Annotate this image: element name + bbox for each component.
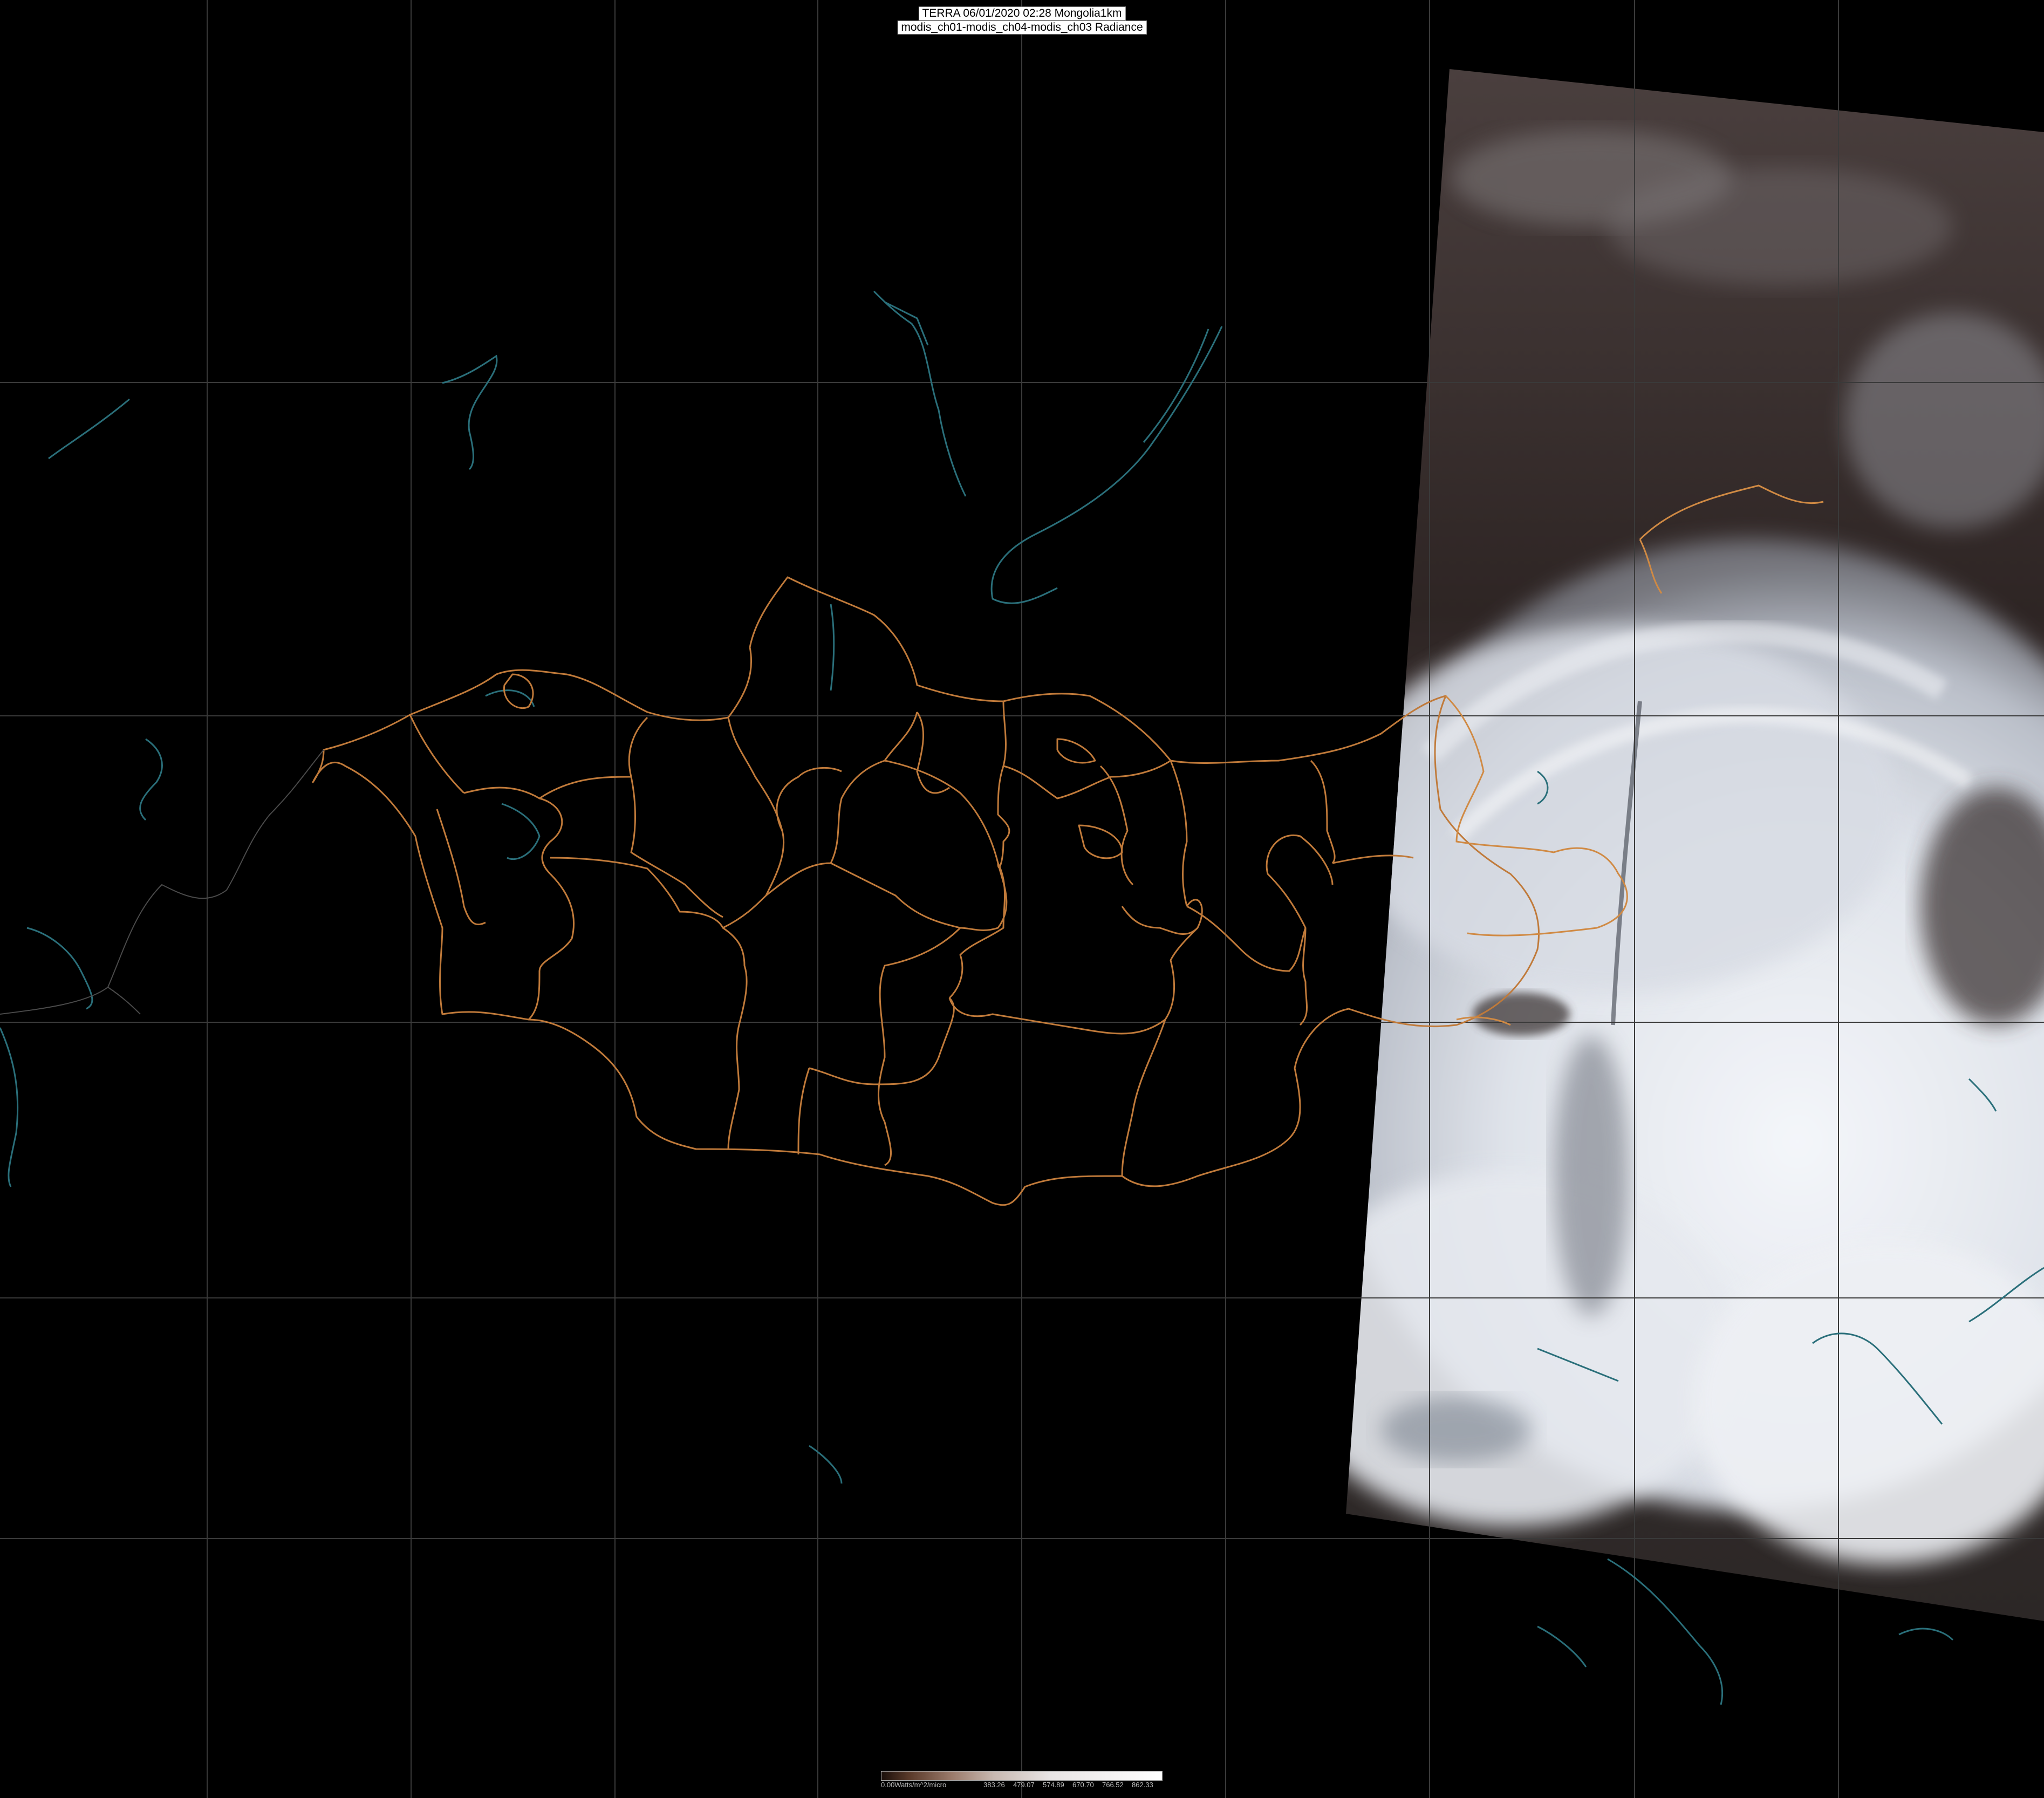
- legend-tick: 862.33: [1132, 1781, 1153, 1789]
- province-borders: [312, 576, 1540, 1206]
- legend-ticks: 0.00Watts/m^2/micro 383.26 479.07 574.89…: [881, 1781, 1161, 1789]
- legend-unit-label: 0.00Watts/m^2/micro: [881, 1781, 947, 1789]
- image-subtitle: modis_ch01-modis_ch04-modis_ch03 Radianc…: [897, 20, 1147, 35]
- west-rivers: [0, 749, 324, 1015]
- legend-tick: 670.70: [1072, 1781, 1094, 1789]
- legend-tick: 574.89: [1043, 1781, 1064, 1789]
- legend-tick: 766.52: [1102, 1781, 1124, 1789]
- image-title: TERRA 06/01/2020 02:28 Mongolia1km: [918, 6, 1126, 20]
- color-legend: 0.00Watts/m^2/micro 383.26 479.07 574.89…: [881, 1771, 1163, 1796]
- legend-color-bar: [881, 1771, 1163, 1781]
- satellite-map: [0, 0, 2044, 1798]
- legend-tick: 479.07: [1013, 1781, 1035, 1789]
- satellite-swath: [1346, 69, 2044, 1621]
- legend-tick: 383.26: [983, 1781, 1005, 1789]
